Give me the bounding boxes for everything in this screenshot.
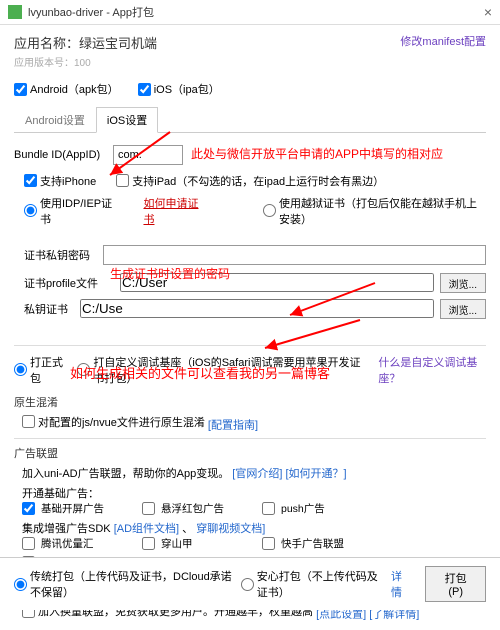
android-pkg-checkbox[interactable]: Android（apk包） <box>14 81 119 97</box>
window-title: lvyunbao-driver - App打包 <box>28 4 478 20</box>
ad-join-text: 加入uni-AD广告联盟，帮助你的App变现。 <box>22 468 229 480</box>
bundle-id-label: Bundle ID(AppID) <box>14 149 109 161</box>
ad-push-checkbox[interactable]: push广告 <box>262 501 382 516</box>
support-ipad-checkbox[interactable]: 支持iPad（不勾选的话，在ipad上运行时会有黑边） <box>116 173 384 189</box>
support-iphone-checkbox[interactable]: 支持iPhone <box>24 173 96 189</box>
obfuscation-link[interactable]: [配置指南] <box>208 419 258 431</box>
ad-enhance-link1[interactable]: [AD组件文档] <box>114 523 179 535</box>
app-icon <box>8 5 22 19</box>
package-type-row: Android（apk包） iOS（ipa包） <box>14 81 486 99</box>
app-name-label: 应用名称：绿运宝司机端 <box>14 33 157 52</box>
package-button[interactable]: 打包(P) <box>425 566 486 602</box>
titlebar: lvyunbao-driver - App打包 × <box>0 0 500 25</box>
idp-cert-link[interactable]: 如何申请证书 <box>143 195 203 227</box>
ad-tencent-checkbox[interactable]: 腾讯优量汇 <box>22 536 142 551</box>
cert-pwd-label: 证书私钥密码 <box>24 247 99 263</box>
jailbreak-cert-radio[interactable]: 使用越狱证书（打包后仅能在越狱手机上安装） <box>263 195 486 227</box>
ad-float-checkbox[interactable]: 悬浮红包广告 <box>142 501 262 516</box>
obfuscation-checkbox[interactable]: 对配置的js/nvue文件进行原生混淆 <box>22 414 205 430</box>
traditional-pkg-radio[interactable]: 传统打包（上传代码及证书，DCloud承诺不保留） <box>14 568 233 600</box>
what-is-custom-link[interactable]: 什么是自定义调试基座？ <box>378 354 486 386</box>
safe-pkg-radio[interactable]: 安心打包（不上传代码及证书） <box>241 568 383 600</box>
bundle-id-input[interactable] <box>113 145 183 165</box>
ad-how-link[interactable]: [如何开通？] <box>285 468 346 480</box>
ad-intro-link[interactable]: [官网介绍] <box>232 468 282 480</box>
ad-basic-title: 开通基础广告： <box>22 485 486 501</box>
tab-ios[interactable]: iOS设置 <box>96 107 158 133</box>
ad-ks-checkbox[interactable]: 快手广告联盟 <box>262 536 382 551</box>
ad-csj-checkbox[interactable]: 穿山甲 <box>142 536 262 551</box>
key-browse-button[interactable]: 浏览... <box>440 299 486 319</box>
channel-link2[interactable]: [了解详情] <box>369 609 419 621</box>
official-build-radio[interactable]: 打正式包 <box>14 354 67 386</box>
close-icon[interactable]: × <box>484 4 492 20</box>
ad-enhance-link2[interactable]: 穿聊视频文档] <box>196 523 265 535</box>
channel-link1[interactable]: [点此设置] <box>316 609 366 621</box>
ad-splash-checkbox[interactable]: 基础开屏广告 <box>22 501 142 516</box>
ios-pkg-checkbox[interactable]: iOS（ipa包） <box>138 81 220 97</box>
custom-build-radio[interactable]: 打自定义调试基座（iOS的Safari调试需要用苹果开发证书打包） <box>77 354 368 386</box>
ad-enhance-title: 集成增强广告SDK <box>22 523 111 535</box>
profile-input[interactable] <box>120 273 434 292</box>
bottom-detail-link[interactable]: 详情 <box>391 568 409 600</box>
tab-android[interactable]: Android设置 <box>14 107 96 132</box>
key-label: 私钥证书 <box>24 301 74 317</box>
bottom-bar: 传统打包（上传代码及证书，DCloud承诺不保留） 安心打包（不上传代码及证书）… <box>0 557 500 610</box>
tabs: Android设置 iOS设置 <box>14 107 486 133</box>
content: 应用名称：绿运宝司机端 修改manifest配置 应用版本号：100 Andro… <box>0 25 500 630</box>
ad-title: 广告联盟 <box>14 445 486 461</box>
obfuscation-title: 原生混淆 <box>14 394 486 410</box>
annotation-bundle: 此处与微信开放平台申请的APP中填写的相对应 <box>191 147 443 163</box>
cert-pwd-input[interactable] <box>103 245 486 265</box>
profile-label: 证书profile文件 <box>24 275 114 291</box>
key-input[interactable] <box>80 299 434 318</box>
app-version-label: 应用版本号：100 <box>14 54 486 69</box>
manifest-link[interactable]: 修改manifest配置 <box>400 33 486 49</box>
idp-cert-radio[interactable]: 使用IDP/IEP证书 <box>24 195 113 227</box>
profile-browse-button[interactable]: 浏览... <box>440 273 486 293</box>
